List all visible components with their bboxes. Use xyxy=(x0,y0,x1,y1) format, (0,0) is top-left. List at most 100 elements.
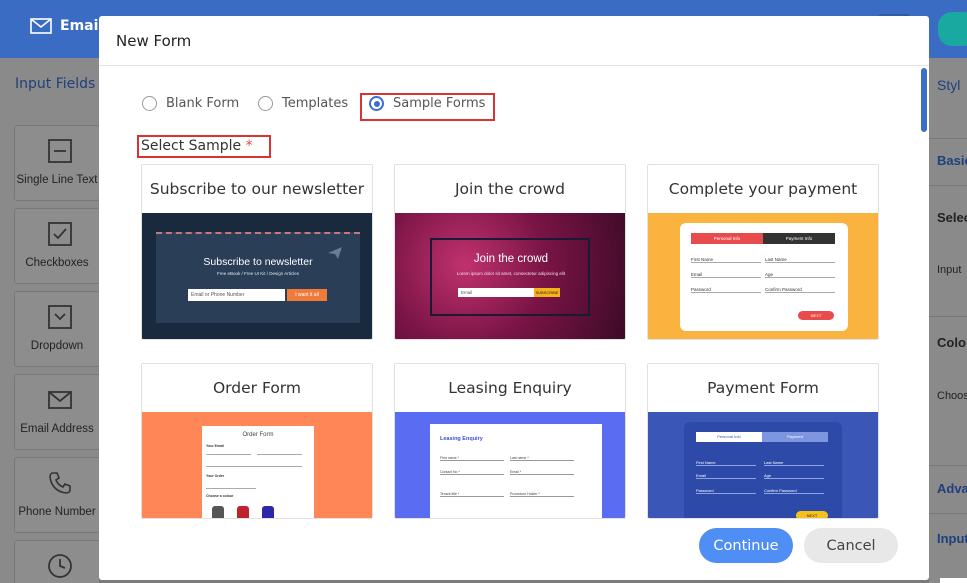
card-preview-payment: Personal Info Payment Info First Name La… xyxy=(648,213,878,339)
modal-scrollbar-thumb[interactable] xyxy=(921,68,927,132)
sample-card-leasing-enquiry[interactable]: Leasing Enquiry Leasing Enquiry First na… xyxy=(394,363,626,519)
newsletter-panel xyxy=(156,232,360,323)
sample-card-payment-form[interactable]: Payment Form Personal Info Payment First… xyxy=(647,363,879,519)
preview-line xyxy=(257,454,302,455)
preview-field: Password xyxy=(696,488,756,494)
cancel-button[interactable]: Cancel xyxy=(804,528,898,563)
divider xyxy=(929,185,967,186)
preview-field: Last name * xyxy=(510,456,574,461)
preview-field: Tenant title * xyxy=(440,492,504,497)
panel-select-label: Selec xyxy=(937,210,967,225)
preview-field: Procedure Holder * xyxy=(510,492,574,497)
preview-tab: Payment xyxy=(762,432,828,442)
new-form-modal: New Form Blank Form Templates Sample For… xyxy=(99,16,929,580)
panel-section-input[interactable]: Input xyxy=(937,531,967,546)
preview-line xyxy=(206,454,251,455)
select-sample-text: Select Sample xyxy=(141,138,242,154)
radio-circle[interactable] xyxy=(142,96,157,111)
shirt-blue-icon xyxy=(262,506,274,518)
preview-subtext: Lorem ipsum dolor sit amet, consectetur … xyxy=(456,271,566,276)
app-logo[interactable]: Email xyxy=(30,18,103,34)
preview-field: Last Name xyxy=(764,460,824,466)
field-single-line-text[interactable]: Single Line Text xyxy=(14,125,100,201)
field-label: Phone Number xyxy=(18,506,96,518)
preview-line xyxy=(206,466,302,467)
sample-card-order-form[interactable]: Order Form Order Form Your Email Your Or… xyxy=(141,363,373,519)
field-phone-number[interactable]: Phone Number xyxy=(14,457,100,533)
preview-field: Email xyxy=(691,272,761,278)
preview-field: Email xyxy=(696,473,756,479)
sample-card-join-crowd[interactable]: Join the crowd Join the crowd Lorem ipsu… xyxy=(394,164,626,340)
preview-submit-button: SUBSCRIBE xyxy=(534,288,560,297)
style-panel-title: Styl xyxy=(937,77,961,93)
field-label: Single Line Text xyxy=(16,174,98,186)
preview-field: First Name xyxy=(696,460,756,466)
field-checkboxes[interactable]: Checkboxes xyxy=(14,208,100,284)
field-label: Dropdown xyxy=(30,340,84,352)
radio-templates[interactable]: Templates xyxy=(258,96,348,111)
preview-field: Password xyxy=(691,287,761,293)
preview-heading: Join the crowd xyxy=(473,253,549,265)
card-title: Order Form xyxy=(212,379,302,397)
preview-heading: Order Form xyxy=(242,432,274,438)
sample-card-subscribe[interactable]: Subscribe to our newsletter Subscribe to… xyxy=(141,164,373,340)
topbar-publish-button[interactable] xyxy=(938,12,967,46)
preview-submit-button: I want it all xyxy=(287,289,327,301)
panel-color-label: Colo xyxy=(937,335,966,350)
panel-input-box[interactable] xyxy=(940,578,967,583)
radio-label: Templates xyxy=(282,96,349,111)
preview-field: Contact No * xyxy=(440,470,504,475)
divider xyxy=(929,513,967,514)
sample-card-complete-payment[interactable]: Complete your payment Personal Info Paym… xyxy=(647,164,879,340)
modal-title: New Form xyxy=(116,32,192,50)
radio-label: Blank Form xyxy=(166,96,240,111)
field-time[interactable] xyxy=(14,540,100,583)
preview-field: Confirm Password xyxy=(764,488,824,494)
preview-label: Choose a colour xyxy=(206,494,234,498)
preview-tab-active: Personal Info xyxy=(691,233,763,244)
app-logo-text: Email xyxy=(60,18,104,34)
preview-field: Age xyxy=(765,272,835,278)
paper-plane-icon xyxy=(328,247,342,259)
preview-field: Last Name xyxy=(765,257,835,263)
input-fields-title: Input Fields xyxy=(15,76,96,92)
shirt-red-icon xyxy=(237,506,249,518)
preview-label: Your Order xyxy=(206,474,225,478)
divider xyxy=(929,138,967,139)
continue-button[interactable]: Continue xyxy=(699,528,793,563)
select-sample-label: Select Sample * xyxy=(137,135,271,158)
envelope-icon xyxy=(30,18,52,34)
card-preview-join: Join the crowd Lorem ipsum dolor sit ame… xyxy=(395,213,625,339)
preview-email-input: Email or Phone Number xyxy=(188,289,285,301)
preview-field: Email * xyxy=(510,470,574,475)
phone-icon xyxy=(49,472,71,494)
modal-scrollbar[interactable] xyxy=(919,68,927,538)
field-label: Checkboxes xyxy=(25,257,89,269)
required-marker: * xyxy=(245,138,253,154)
panel-section-advanced[interactable]: Adva xyxy=(937,481,967,496)
preview-next-button: NEXT xyxy=(796,511,828,518)
dropdown-icon xyxy=(48,305,72,329)
checkbox-icon xyxy=(48,222,72,246)
card-preview-order: Order Form Your Email Your Order Choose … xyxy=(142,412,372,518)
style-panel xyxy=(929,58,967,583)
preview-field: Age xyxy=(764,473,824,479)
field-dropdown[interactable]: Dropdown xyxy=(14,291,100,367)
radio-circle[interactable] xyxy=(258,96,273,111)
preview-subtext: Free eBook / Free UI Kit / Design Articl… xyxy=(216,271,300,276)
card-preview-payment-form: Personal Info Payment First Name Last Na… xyxy=(648,412,878,518)
panel-input-label: Input xyxy=(937,264,962,276)
join-frame xyxy=(430,238,590,316)
field-label: Email Address xyxy=(20,423,94,435)
divider xyxy=(929,316,967,317)
field-email-address[interactable]: Email Address xyxy=(14,374,100,450)
card-preview-leasing: Leasing Enquiry First name * Last name *… xyxy=(395,412,625,518)
preview-heading: Leasing Enquiry xyxy=(440,436,483,442)
preview-field: Confirm Password xyxy=(765,287,835,293)
card-preview-newsletter: Subscribe to newsletter Free eBook / Fre… xyxy=(142,213,372,339)
card-title: Payment Form xyxy=(707,379,819,397)
panel-section-basic[interactable]: Basic xyxy=(937,153,967,168)
radio-blank-form[interactable]: Blank Form xyxy=(142,96,239,111)
preview-field: First Name xyxy=(691,257,761,263)
preview-tab-active: Personal Info xyxy=(696,432,762,442)
